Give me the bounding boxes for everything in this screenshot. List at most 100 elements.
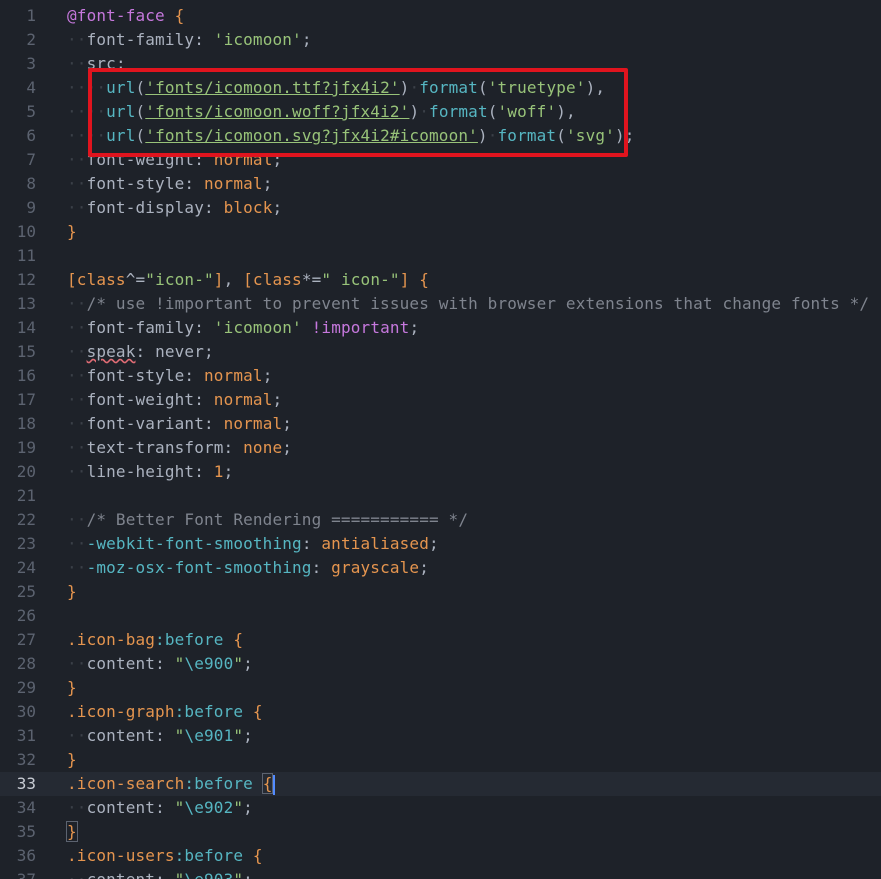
code-token: ; <box>262 174 273 193</box>
code-line[interactable]: 24 ··-moz-osx-font-smoothing: grayscale; <box>0 556 881 580</box>
code-token: " icon-" <box>321 270 400 289</box>
line-number: 35 <box>16 822 36 841</box>
code-token: [class <box>243 270 302 289</box>
code-token: content <box>86 654 156 673</box>
code-token: ; <box>429 534 439 553</box>
code-token: " <box>174 654 185 673</box>
code-token: : <box>155 870 175 879</box>
code-token: \e902 <box>184 798 234 817</box>
line-code: .icon-graph:before { <box>67 700 263 724</box>
line-number: 20 <box>16 462 36 481</box>
code-line[interactable]: 17 ··font-weight: normal; <box>0 388 881 412</box>
line-code: @font-face { <box>67 4 184 28</box>
line-number: 19 <box>16 438 36 457</box>
code-line[interactable]: 13 ··/* use !important to prevent issues … <box>0 292 881 316</box>
line-number: 15 <box>16 342 36 361</box>
code-line[interactable]: 20 ··line-height: 1; <box>0 460 881 484</box>
code-token: :before <box>155 630 224 649</box>
code-line[interactable]: 14 ··font-family: 'icomoon' !important; <box>0 316 881 340</box>
code-line[interactable]: 27 .icon-bag:before { <box>0 628 881 652</box>
code-line[interactable]: 23 ··-webkit-font-smoothing: antialiased; <box>0 532 881 556</box>
code-token: grayscale <box>331 558 420 577</box>
code-line[interactable]: 31 ··content: "\e901"; <box>0 724 881 748</box>
code-line[interactable]: 33 .icon-search:before { <box>0 772 881 796</box>
code-token: : <box>203 198 224 217</box>
line-number: 22 <box>16 510 36 529</box>
code-token: { <box>252 846 263 865</box>
code-token: " <box>174 798 185 817</box>
code-line[interactable]: 21 <box>0 484 881 508</box>
code-token: : <box>155 798 175 817</box>
code-token: ·· <box>67 870 87 879</box>
code-token: 'icomoon' <box>213 318 302 337</box>
code-token: } <box>67 750 77 769</box>
code-line[interactable]: 11 <box>0 244 881 268</box>
code-token: : <box>184 174 204 193</box>
code-token: " <box>233 654 244 673</box>
code-line[interactable]: 30 .icon-graph:before { <box>0 700 881 724</box>
code-line[interactable]: 8 ··font-style: normal; <box>0 172 881 196</box>
code-token: : <box>203 414 224 433</box>
code-token: font-variant <box>86 414 204 433</box>
code-token: \e901 <box>184 726 234 745</box>
code-line[interactable]: 35} <box>0 820 881 844</box>
code-token: \e903 <box>184 870 233 879</box>
code-token: ·· <box>67 294 87 313</box>
line-code: } <box>67 748 77 772</box>
code-token: ·· <box>67 174 87 193</box>
line-number: 11 <box>16 246 36 265</box>
code-line[interactable]: 28 ··content: "\e900"; <box>0 652 881 676</box>
code-token: "icon-" <box>145 270 214 289</box>
code-line[interactable]: 29} <box>0 676 881 700</box>
code-token: ^= <box>125 270 146 289</box>
code-line[interactable]: 9 ··font-display: block; <box>0 196 881 220</box>
code-token: } <box>67 222 77 241</box>
code-editor[interactable]: 1 @font-face {2 ··font-family: 'icomoon'; 3… <box>0 0 881 879</box>
line-code: ··font-variant: normal; <box>67 412 292 436</box>
code-token: ·· <box>67 342 87 361</box>
code-line[interactable]: 2 ··font-family: 'icomoon'; <box>0 28 881 52</box>
code-line[interactable]: 1 @font-face { <box>0 4 881 28</box>
line-code: ··font-family: 'icomoon'; <box>67 28 312 52</box>
code-line[interactable]: 16 ··font-style: normal; <box>0 364 881 388</box>
code-token: " <box>175 870 185 879</box>
code-token: block <box>223 198 273 217</box>
code-line[interactable]: 25} <box>0 580 881 604</box>
code-token: :before <box>184 774 253 793</box>
line-number: 23 <box>16 534 36 553</box>
code-token: ; <box>272 198 283 217</box>
line-number: 9 <box>26 198 36 217</box>
code-line[interactable]: 32} <box>0 748 881 772</box>
code-line[interactable]: 12 [class^="icon-"], [class*=" icon-"] { <box>0 268 881 292</box>
code-line[interactable]: 10} <box>0 220 881 244</box>
code-token: ; <box>243 870 253 879</box>
line-code: ··text-transform: none; <box>67 436 292 460</box>
code-token: /* use !important to prevent issues with… <box>86 294 870 313</box>
code-line[interactable]: 18 ··font-variant: normal; <box>0 412 881 436</box>
line-code: .icon-users:before { <box>67 844 263 868</box>
code-line[interactable]: 15 ··speak: never; <box>0 340 881 364</box>
code-line[interactable]: 37 ··content: "\e903"; <box>0 868 881 879</box>
code-token: -webkit-font-smoothing <box>86 534 302 553</box>
code-token: { <box>419 270 430 289</box>
code-line[interactable]: 19 ··text-transform: none; <box>0 436 881 460</box>
code-token: ; <box>301 30 312 49</box>
code-token: ; <box>262 366 273 385</box>
code-token: content <box>87 870 155 879</box>
code-line[interactable]: 22 ··/* Better Font Rendering ===========… <box>0 508 881 532</box>
code-token: font-family <box>86 30 195 49</box>
code-line[interactable]: 26 <box>0 604 881 628</box>
line-code: } <box>66 820 78 844</box>
code-token: ·· <box>67 390 87 409</box>
code-line[interactable]: 36 .icon-users:before { <box>0 844 881 868</box>
line-number: 4 <box>26 78 36 97</box>
line-code: [class^="icon-"], [class*=" icon-"] { <box>67 268 429 292</box>
code-token: " <box>233 798 244 817</box>
code-line[interactable]: 34 ··content: "\e902"; <box>0 796 881 820</box>
code-token: : <box>194 462 214 481</box>
line-number: 6 <box>26 126 36 145</box>
code-token: content <box>86 798 156 817</box>
code-token: font-weight <box>86 390 195 409</box>
text-cursor <box>273 774 276 795</box>
